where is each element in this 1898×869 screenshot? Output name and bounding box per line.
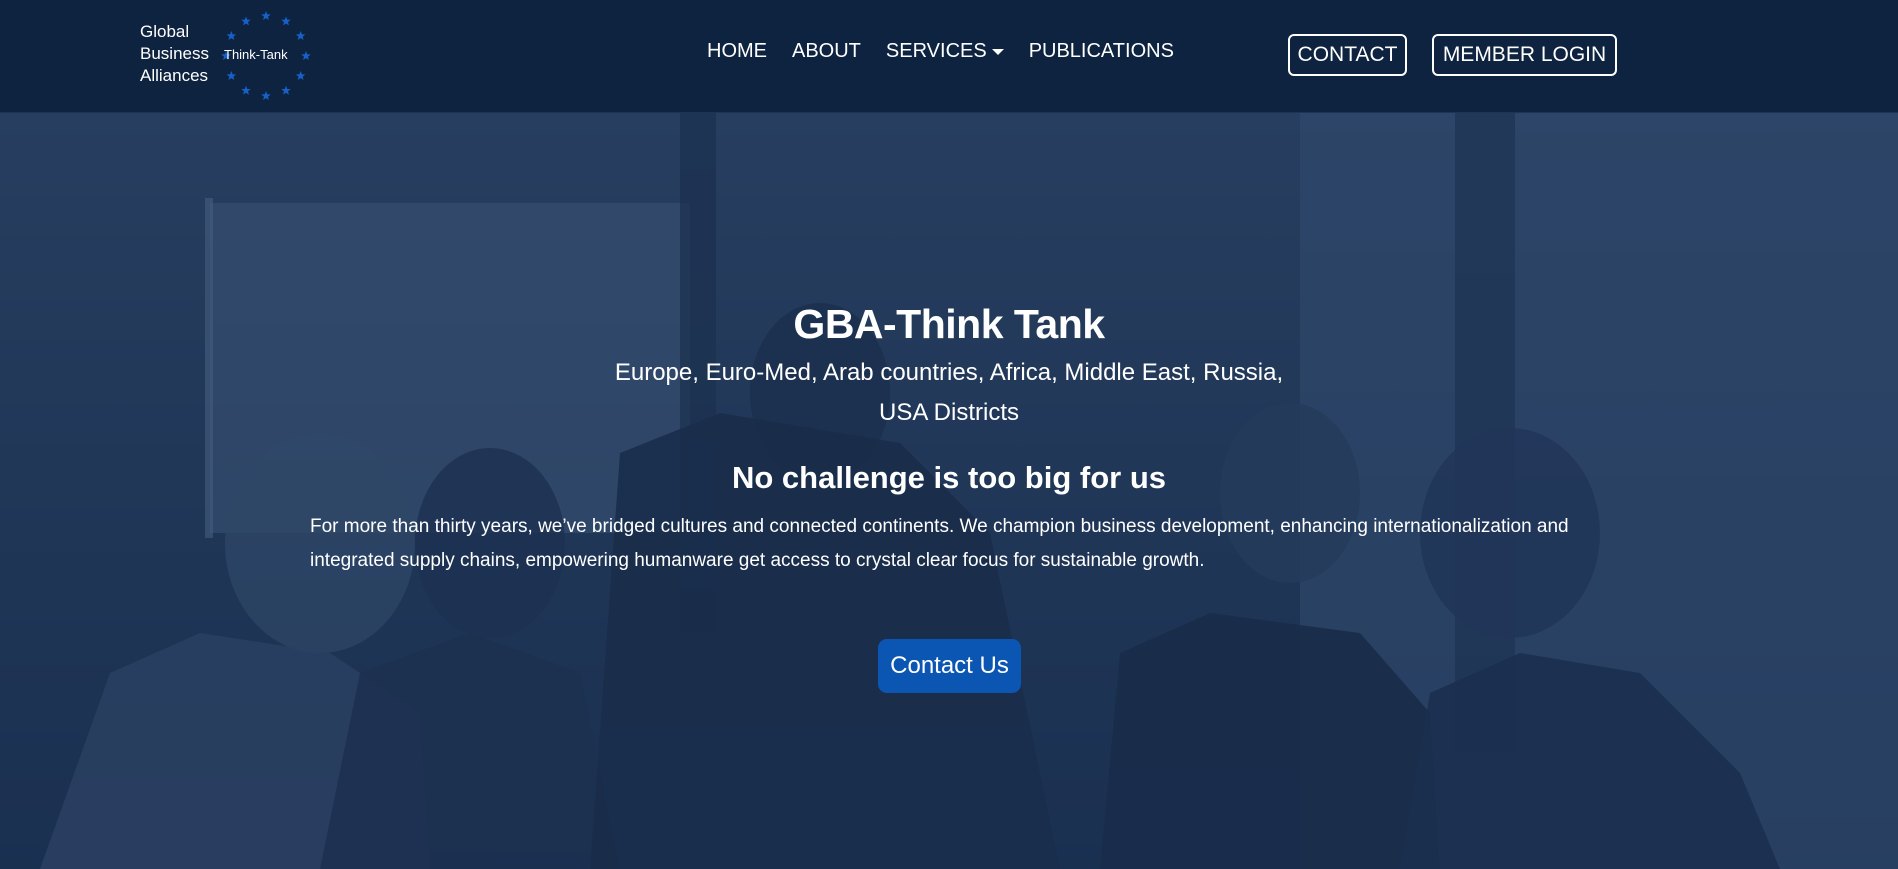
logo-star: [261, 91, 271, 101]
nav-publications[interactable]: PUBLICATIONS: [1029, 40, 1174, 63]
caret-down-icon: [991, 48, 1004, 55]
hero-heading: No challenge is too big for us: [731, 460, 1167, 495]
logo-line-global: Global: [140, 22, 190, 41]
hero-section: GBA-Think Tank Europe, Euro-Med, Arab co…: [0, 113, 1898, 869]
hero-body-text: For more than thirty years, we’ve bridge…: [310, 516, 1569, 571]
logo-line-alliances: Alliances: [140, 66, 209, 85]
contact-button[interactable]: CONTACT: [1288, 34, 1407, 76]
logo-star: [241, 85, 251, 95]
logo-star: [295, 31, 306, 41]
main-nav: HOME ABOUT SERVICES PUBLICATIONS: [707, 40, 1199, 63]
member-login-button[interactable]: MEMBER LOGIN: [1432, 34, 1617, 76]
nav-services[interactable]: SERVICES: [886, 40, 1004, 63]
logo-star: [226, 31, 237, 41]
logo-star: [281, 85, 291, 95]
logo-star: [295, 71, 306, 81]
logo-star: [281, 16, 291, 26]
logo-line-business: Business: [140, 44, 209, 63]
hero-content: GBA-Think Tank Europe, Euro-Med, Arab co…: [0, 113, 1898, 869]
logo-star: [261, 11, 271, 21]
logo-star: [226, 71, 237, 81]
nav-about[interactable]: ABOUT: [792, 40, 861, 63]
hero-title: GBA-Think Tank: [793, 301, 1105, 347]
nav-home[interactable]: HOME: [707, 40, 767, 63]
logo-tag: Think-Tank: [224, 47, 288, 62]
site-logo[interactable]: Global Business Alliances Think-Tank: [140, 10, 312, 102]
page: Global Business Alliances Think-Tank HOM…: [0, 0, 1898, 869]
logo-star: [241, 16, 251, 26]
hero-subtitle: Europe, Euro-Med, Arab countries, Africa…: [614, 359, 1284, 426]
logo-star: [301, 51, 311, 61]
navbar: Global Business Alliances Think-Tank HOM…: [0, 0, 1898, 113]
nav-services-label: SERVICES: [885, 40, 987, 62]
contact-us-button[interactable]: Contact Us: [878, 639, 1021, 693]
logo-wordmark: Global Business Alliances: [140, 21, 209, 87]
